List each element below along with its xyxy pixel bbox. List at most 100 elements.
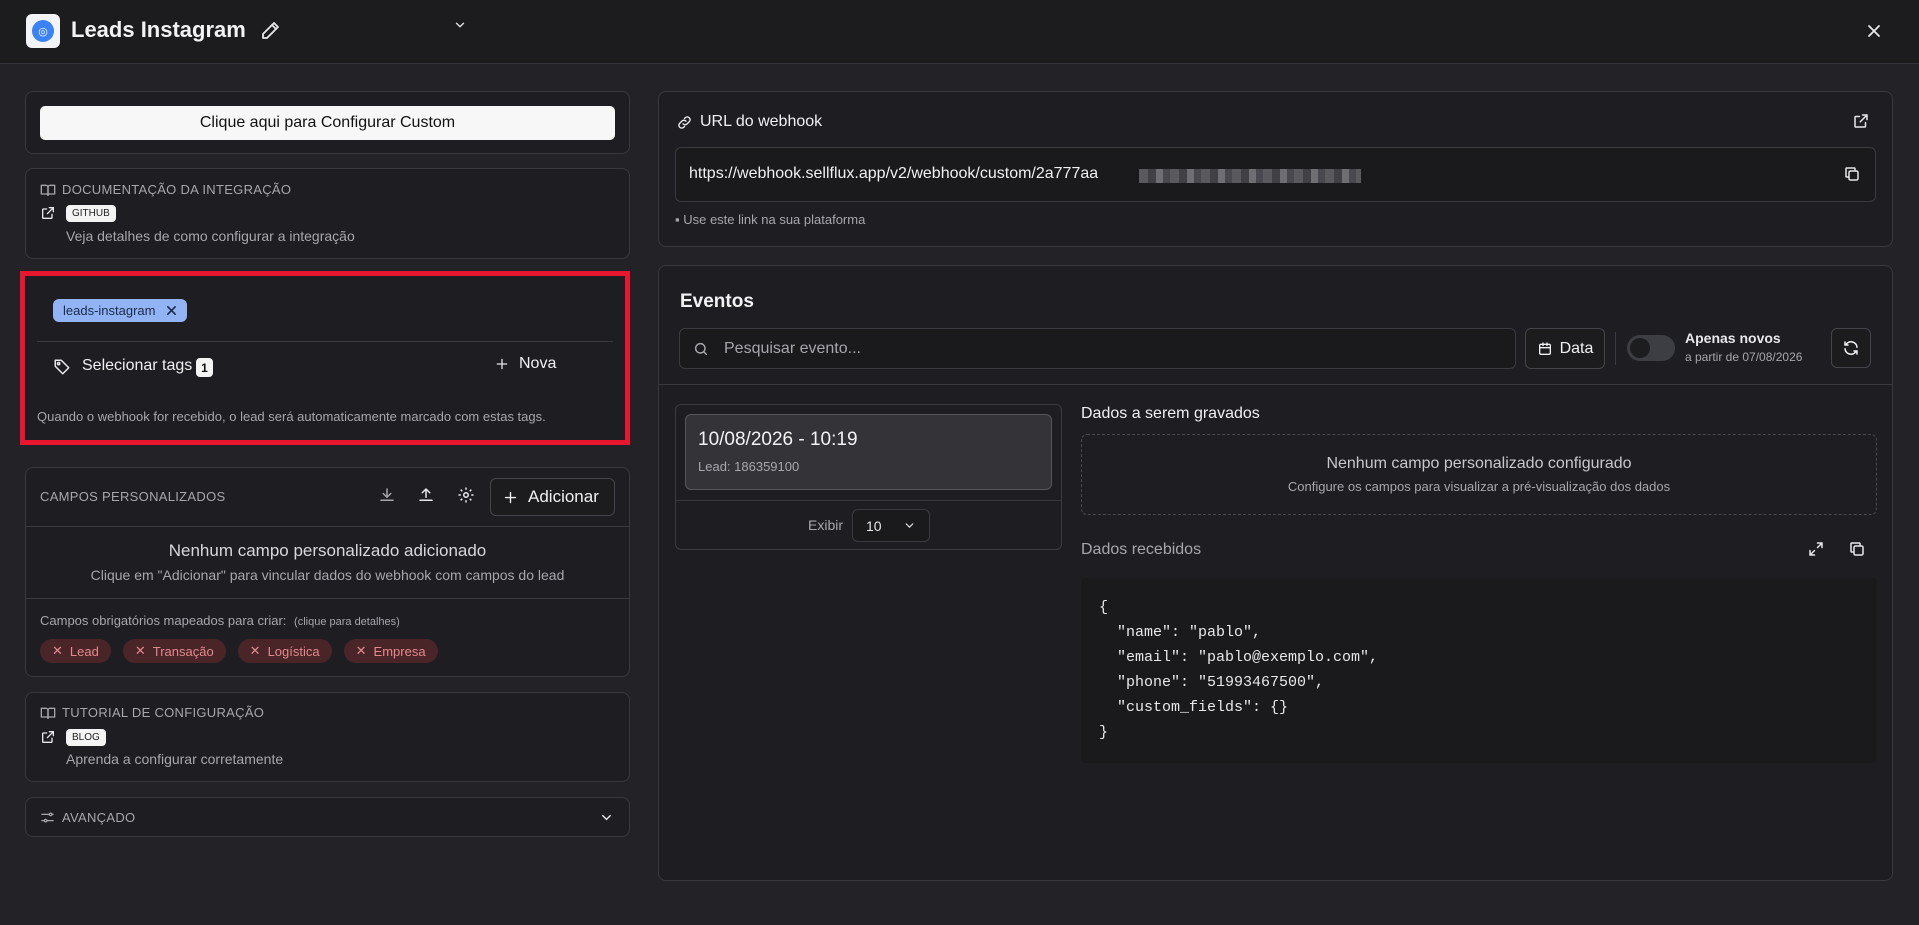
new-tag-button[interactable]: Nova: [495, 355, 556, 373]
refresh-button[interactable]: [1831, 328, 1871, 368]
event-datetime: 10/08/2026 - 10:19: [698, 429, 858, 450]
add-field-label: Adicionar: [528, 487, 599, 506]
fields-divider-top: [26, 526, 629, 527]
webhook-url-field[interactable]: https://webhook.sellflux.app/v2/webhook/…: [675, 147, 1876, 202]
search-icon: [694, 342, 708, 356]
book-icon: [40, 707, 56, 719]
copy-url-button[interactable]: [1843, 165, 1863, 185]
required-pill-transacao[interactable]: ✕ Transação: [122, 639, 226, 663]
config-card: Clique aqui para Configurar Custom: [25, 91, 630, 154]
event-lead-id: Lead: 186359100: [698, 459, 800, 474]
date-filter-button[interactable]: Data: [1525, 328, 1605, 369]
plus-icon: [504, 491, 517, 503]
url-redacted-blur: [1139, 169, 1361, 183]
custom-fields-label: CAMPOS PERSONALIZADOS: [40, 489, 226, 504]
documentation-label: DOCUMENTAÇÃO DA INTEGRAÇÃO: [62, 182, 292, 197]
header: ◎ Leads Instagram: [0, 0, 1919, 64]
upload-icon: [419, 487, 433, 501]
event-search-field[interactable]: Pesquisar evento...: [679, 328, 1516, 369]
fields-empty-title: Nenhum campo personalizado adicionado: [168, 541, 487, 560]
remove-tag-icon[interactable]: [166, 305, 177, 316]
settings-button[interactable]: [457, 486, 479, 508]
tag-icon: [54, 359, 70, 375]
documentation-description: Veja detalhes de como configurar a integ…: [66, 228, 355, 244]
edit-title-button[interactable]: [258, 19, 282, 43]
required-fields-list: ✕ Lead ✕ Transação ✕ Logística ✕ Empresa: [40, 639, 438, 663]
close-button[interactable]: [1862, 19, 1886, 43]
required-pill-empresa[interactable]: ✕ Empresa: [343, 639, 438, 663]
upload-button[interactable]: [417, 486, 439, 508]
page-size-select[interactable]: 10: [852, 509, 930, 542]
external-link-icon: [1854, 114, 1868, 128]
only-new-label: Apenas novos: [1685, 330, 1781, 346]
pencil-icon: [262, 22, 279, 39]
received-json: { "name": "pablo", "email": "pablo@exemp…: [1081, 578, 1877, 763]
blog-badge: BLOG: [66, 729, 106, 746]
required-fields-label: Campos obrigatórios mapeados para criar:…: [40, 613, 400, 628]
sliders-icon: [41, 812, 54, 823]
required-pill-lead[interactable]: ✕ Lead: [40, 639, 111, 663]
webhook-url-card: URL do webhook https://webhook.sellflux.…: [658, 91, 1893, 247]
add-field-button[interactable]: Adicionar: [490, 478, 615, 516]
webhook-url-text: https://webhook.sellflux.app/v2/webhook/…: [689, 165, 1099, 182]
tutorial-card[interactable]: TUTORIAL DE CONFIGURAÇÃO BLOG Aprenda a …: [25, 692, 630, 782]
select-tags-label: Selecionar tags: [82, 357, 193, 374]
tutorial-description: Aprenda a configurar corretamente: [66, 751, 284, 767]
page-size-value: 10: [866, 517, 882, 534]
data-to-save-empty-desc: Configure os campos para visualizar a pr…: [1287, 479, 1671, 494]
copy-icon: [1845, 167, 1859, 181]
external-link-icon: [42, 207, 54, 219]
advanced-label: AVANÇADO: [62, 810, 136, 825]
required-fields-hint[interactable]: (clique para detalhes): [294, 616, 400, 628]
chevron-down-icon: [905, 523, 914, 528]
events-divider: [659, 384, 1892, 385]
github-badge: GITHUB: [66, 205, 116, 222]
data-received-title: Dados recebidos: [1081, 541, 1202, 558]
only-new-toggle[interactable]: [1627, 335, 1675, 361]
expand-button[interactable]: [1807, 540, 1827, 560]
configure-custom-button[interactable]: Clique aqui para Configurar Custom: [40, 106, 615, 140]
events-card: Eventos Pesquisar evento... Data Apenas …: [658, 265, 1893, 881]
expand-icon: [1809, 542, 1823, 556]
book-icon: [40, 184, 56, 196]
select-tags-dropdown[interactable]: Selecionar tags 1: [37, 22, 467, 392]
tags-card: leads-instagram Selecionar tags 1 Nova Q…: [20, 22, 630, 445]
only-new-sub: a partir de 07/08/2026: [1685, 350, 1803, 364]
copy-json-button[interactable]: [1848, 540, 1868, 560]
webhook-url-title: URL do webhook: [700, 113, 823, 130]
search-placeholder: Pesquisar evento...: [724, 340, 861, 357]
new-tag-label: Nova: [519, 355, 557, 372]
event-list: 10/08/2026 - 10:19 Lead: 186359100 Exibi…: [675, 404, 1062, 550]
tutorial-label: TUTORIAL DE CONFIGURAÇÃO: [62, 705, 265, 720]
webhook-logo-icon: ◎: [32, 20, 54, 42]
toolbar-divider: [1615, 332, 1616, 365]
toggle-knob: [1630, 338, 1650, 358]
webhook-url-hint: ▪ Use este link na sua plataforma: [675, 212, 866, 227]
download-button[interactable]: [378, 486, 400, 508]
data-to-save-empty-title: Nenhum campo personalizado configurado: [1326, 455, 1632, 472]
x-icon: ✕: [355, 643, 367, 658]
page-title: Leads Instagram: [71, 17, 246, 42]
fields-divider-bottom: [26, 598, 629, 599]
external-link-icon: [42, 731, 54, 743]
data-to-save-empty: Nenhum campo personalizado configurado C…: [1081, 434, 1877, 515]
x-icon: ✕: [249, 643, 261, 658]
advanced-section-toggle[interactable]: AVANÇADO: [25, 797, 630, 837]
open-webhook-button[interactable]: [1852, 112, 1872, 132]
x-icon: ✕: [52, 643, 63, 658]
link-icon: [678, 116, 691, 129]
chevron-down-icon: [455, 22, 465, 28]
close-icon: [1868, 25, 1880, 37]
event-item[interactable]: 10/08/2026 - 10:19 Lead: 186359100: [685, 414, 1052, 490]
date-filter-label: Data: [1559, 339, 1594, 357]
documentation-card[interactable]: DOCUMENTAÇÃO DA INTEGRAÇÃO GITHUB Veja d…: [25, 168, 630, 259]
app-logo: ◎: [26, 14, 60, 48]
tags-help-text: Quando o webhook for recebido, o lead se…: [37, 409, 546, 424]
tag-chip[interactable]: leads-instagram: [53, 299, 187, 322]
fields-empty-desc: Clique em "Adicionar" para vincular dado…: [90, 567, 565, 583]
x-icon: ✕: [134, 643, 146, 658]
tags-count-badge: 1: [196, 358, 213, 377]
plus-icon: [496, 358, 508, 370]
events-title: Eventos: [680, 291, 754, 312]
required-pill-logistica[interactable]: ✕ Logística: [237, 639, 332, 663]
